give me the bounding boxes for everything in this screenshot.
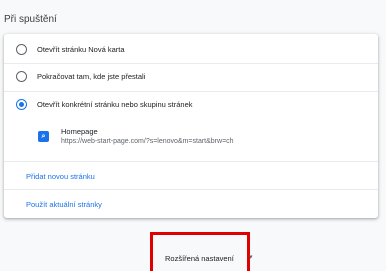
startup-page-entry: ⌕ Homepage https://web-start-page.com/?s… <box>4 123 378 157</box>
add-page-row: Přidat novou stránku <box>4 161 378 189</box>
startup-settings-card: Otevřít stránku Nová karta Pokračovat ta… <box>4 34 378 218</box>
section-title: Při spuštění <box>4 14 57 25</box>
option-continue-label: Pokračovat tam, kde jste přestali <box>37 72 146 81</box>
option-continue[interactable]: Pokračovat tam, kde jste přestali <box>4 63 378 89</box>
option-new-tab[interactable]: Otevřít stránku Nová karta <box>4 37 378 63</box>
startup-page-url: https://web-start-page.com/?s=lenovo&m=s… <box>61 138 234 145</box>
advanced-settings-button[interactable]: Rozšířená nastavení ▾ <box>150 232 253 271</box>
search-icon: ⌕ <box>38 131 49 142</box>
use-current-pages-link[interactable]: Použít aktuální stránky <box>26 200 102 209</box>
use-current-row: Použít aktuální stránky <box>4 189 378 217</box>
radio-new-tab[interactable] <box>16 44 27 55</box>
option-specific-pages-label: Otevřít konkrétní stránku nebo skupinu s… <box>37 100 193 109</box>
radio-specific-pages[interactable] <box>16 99 27 110</box>
option-specific-pages[interactable]: Otevřít konkrétní stránku nebo skupinu s… <box>4 91 378 117</box>
advanced-settings-label: Rozšířená nastavení <box>165 254 234 263</box>
option-new-tab-label: Otevřít stránku Nová karta <box>37 45 125 54</box>
add-new-page-link[interactable]: Přidat novou stránku <box>26 172 95 181</box>
startup-page-title: Homepage <box>61 127 98 136</box>
chevron-down-icon: ▾ <box>249 254 253 261</box>
radio-continue[interactable] <box>16 71 27 82</box>
